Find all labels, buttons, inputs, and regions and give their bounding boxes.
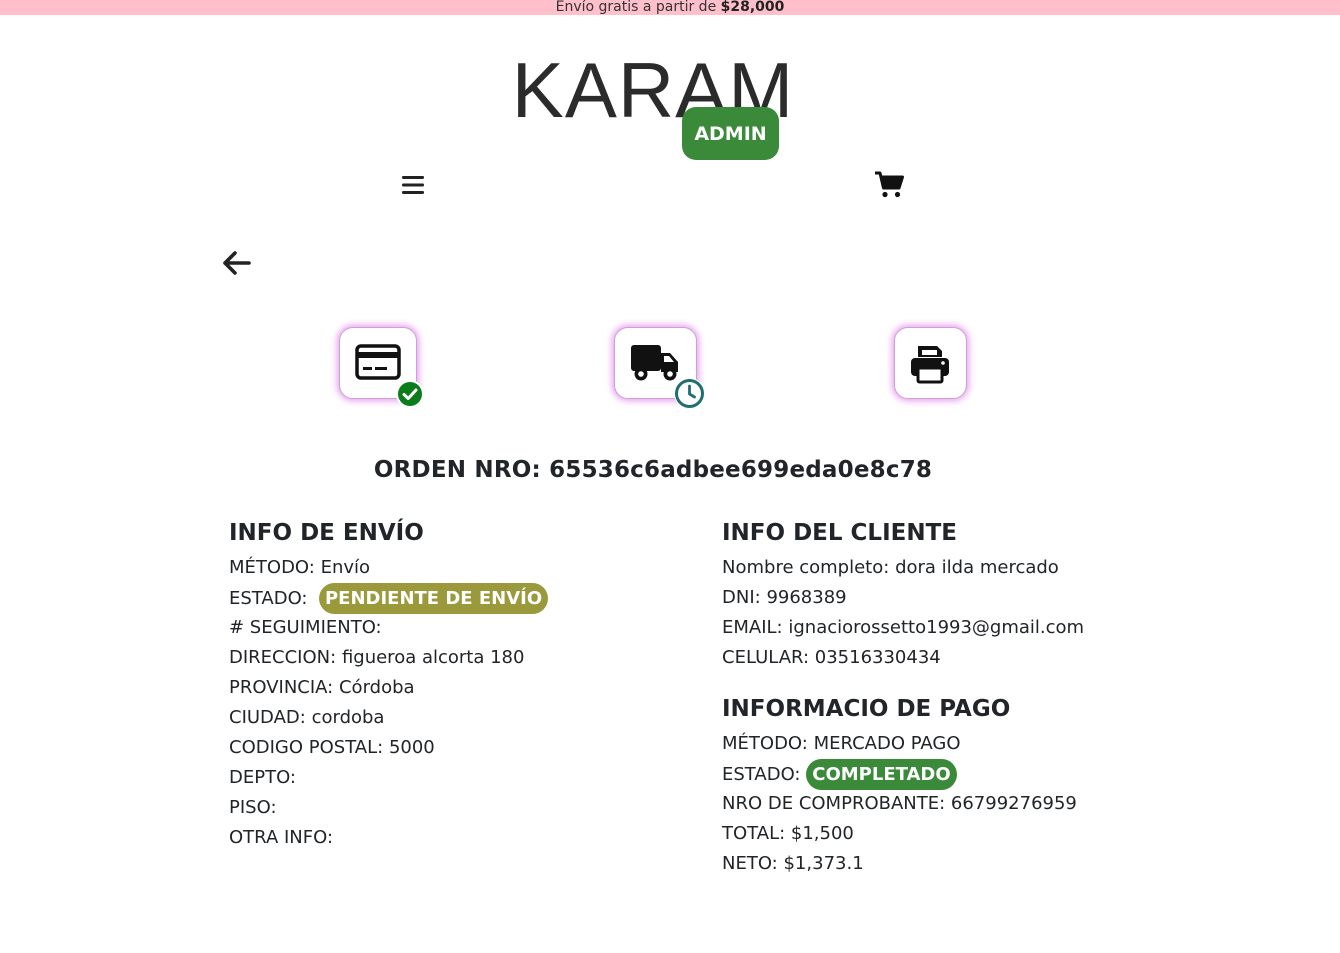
field-label: Nombre completo:: [722, 557, 890, 578]
order-number-title: ORDEN NRO: 65536c6adbee699eda0e8c78: [0, 457, 1306, 483]
field-label: ESTADO:: [722, 764, 801, 785]
field-label: PISO:: [229, 797, 277, 818]
address-value: figueroa alcorta 180: [341, 647, 525, 668]
shipping-status-badge: PENDIENTE DE ENVÍO: [318, 583, 549, 614]
admin-button[interactable]: ADMIN: [682, 107, 779, 160]
clock-icon: [674, 378, 705, 409]
field-label: TOTAL:: [722, 823, 786, 844]
field-label: MÉTODO:: [722, 733, 808, 754]
field-label: MÉTODO:: [229, 557, 315, 578]
client-name-value: dora ilda mercado: [895, 557, 1059, 578]
client-dni-row: DNI: 9968389: [722, 583, 1084, 613]
total-value: $1,500: [790, 823, 854, 844]
payment-status-badge: COMPLETADO: [806, 759, 957, 790]
payment-info-title: INFORMACIO DE PAGO: [722, 696, 1011, 722]
client-dni-value: 9968389: [766, 587, 847, 608]
field-label: DNI:: [722, 587, 761, 608]
client-info-section: INFO DEL CLIENTE Nombre completo: dora i…: [722, 518, 1084, 879]
field-label: CELULAR:: [722, 647, 810, 668]
client-phone-value: 03516330434: [814, 647, 941, 668]
field-label: EMAIL:: [722, 617, 783, 638]
print-button[interactable]: [894, 327, 967, 399]
field-label: NRO DE COMPROBANTE:: [722, 793, 946, 814]
credit-card-icon: [355, 344, 401, 380]
zip-row: CODIGO POSTAL: 5000: [229, 733, 548, 763]
promo-banner: Envío gratis a partir de $28,000: [0, 0, 1340, 15]
promo-text: Envío gratis a partir de: [555, 0, 721, 15]
client-email-row: EMAIL: ignaciorossetto1993@gmail.com: [722, 613, 1084, 643]
printer-icon: [911, 346, 949, 384]
promo-amount: $28,000: [720, 0, 785, 15]
order-label: ORDEN NRO:: [373, 457, 541, 483]
shipping-info-section: INFO DE ENVÍO MÉTODO: Envío ESTADO: PEND…: [229, 518, 549, 853]
arrow-left-icon[interactable]: [221, 250, 251, 276]
client-name-row: Nombre completo: dora ilda mercado: [722, 553, 1084, 583]
field-label: DEPTO:: [229, 767, 296, 788]
total-row: TOTAL: $1,500: [722, 819, 1084, 849]
address-row: DIRECCION: figueroa alcorta 180: [229, 643, 548, 673]
field-label: CIUDAD:: [229, 707, 306, 728]
floor-row: PISO:: [229, 793, 548, 823]
apt-row: DEPTO:: [229, 763, 548, 793]
net-value: $1,373.1: [783, 853, 864, 874]
client-info-title: INFO DEL CLIENTE: [722, 520, 957, 546]
shipping-method-value: Envío: [320, 557, 371, 578]
net-row: NETO: $1,373.1: [722, 849, 1084, 879]
tracking-row: # SEGUIMIENTO:: [229, 613, 548, 643]
order-id: 65536c6adbee699eda0e8c78: [549, 457, 933, 483]
payment-method-value: MERCADO PAGO: [813, 733, 961, 754]
field-label: PROVINCIA:: [229, 677, 334, 698]
field-label: OTRA INFO:: [229, 827, 334, 848]
shipping-status-row: ESTADO: PENDIENTE DE ENVÍO: [229, 583, 549, 614]
city-value: cordoba: [311, 707, 385, 728]
field-label: # SEGUIMIENTO:: [229, 617, 382, 638]
check-circle-icon: [396, 380, 424, 408]
other-info-row: OTRA INFO:: [229, 823, 548, 853]
field-label: ESTADO:: [229, 588, 308, 609]
shipping-method-row: MÉTODO: Envío: [229, 553, 548, 583]
field-label: CODIGO POSTAL:: [229, 737, 384, 758]
city-row: CIUDAD: cordoba: [229, 703, 548, 733]
province-row: PROVINCIA: Córdoba: [229, 673, 548, 703]
receipt-row: NRO DE COMPROBANTE: 66799276959: [722, 789, 1084, 819]
hamburger-menu-icon[interactable]: [401, 174, 425, 196]
shopping-cart-icon[interactable]: [874, 171, 904, 199]
field-label: DIRECCION:: [229, 647, 337, 668]
field-label: NETO:: [722, 853, 778, 874]
client-phone-row: CELULAR: 03516330434: [722, 643, 1084, 673]
receipt-value: 66799276959: [950, 793, 1077, 814]
payment-method-row: MÉTODO: MERCADO PAGO: [722, 729, 1084, 759]
site-logo[interactable]: KARAM: [0, 50, 1306, 130]
province-value: Córdoba: [338, 677, 415, 698]
payment-status-row: ESTADO: COMPLETADO: [722, 759, 1084, 790]
shipping-info-title: INFO DE ENVÍO: [229, 520, 424, 546]
client-email-value: ignaciorossetto1993@gmail.com: [788, 617, 1085, 638]
zip-value: 5000: [388, 737, 435, 758]
